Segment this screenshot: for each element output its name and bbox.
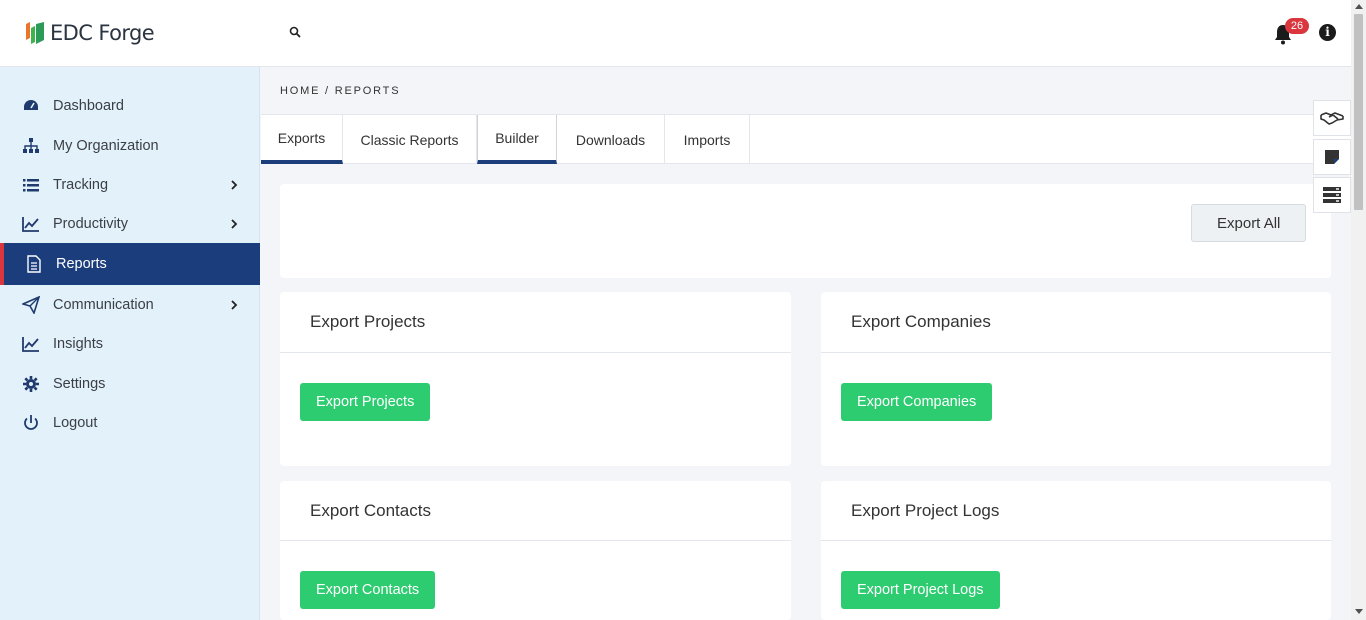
tab-classic-reports[interactable]: Classic Reports bbox=[343, 115, 477, 164]
sidebar-item-label: Settings bbox=[53, 376, 106, 392]
chart-line-icon bbox=[22, 337, 39, 352]
sticky-note-button[interactable] bbox=[1313, 139, 1351, 175]
scroll-down-arrow[interactable] bbox=[1355, 609, 1363, 614]
sidebar-item-tracking[interactable]: Tracking bbox=[0, 165, 260, 205]
page-scrollbar[interactable] bbox=[1351, 0, 1366, 620]
sidebar-item-logout[interactable]: Logout bbox=[0, 403, 260, 443]
card-header: Export Projects bbox=[280, 292, 791, 353]
file-text-icon bbox=[27, 255, 41, 273]
export-companies-card: Export Companies Export Companies bbox=[821, 292, 1331, 466]
sidebar-item-label: Logout bbox=[53, 415, 98, 431]
handshake-icon bbox=[1320, 112, 1344, 125]
sidebar-item-label: Reports bbox=[56, 256, 107, 272]
sidebar-item-label: My Organization bbox=[53, 138, 159, 154]
tab-exports[interactable]: Exports bbox=[261, 115, 343, 164]
card-header: Export Project Logs bbox=[821, 481, 1331, 541]
sidebar-item-label: Tracking bbox=[53, 177, 109, 193]
export-project-logs-button[interactable]: Export Project Logs bbox=[841, 571, 1000, 609]
search-icon[interactable] bbox=[289, 26, 301, 38]
card-header: Export Contacts bbox=[280, 481, 791, 541]
sidebar-item-settings[interactable]: Settings bbox=[0, 364, 260, 404]
card-title: Export Contacts bbox=[310, 501, 431, 520]
gear-icon bbox=[23, 376, 39, 392]
tab-imports[interactable]: Imports bbox=[665, 115, 750, 164]
sidebar-item-my-organization[interactable]: My Organization bbox=[0, 126, 260, 166]
export-all-card: Export All bbox=[280, 184, 1331, 278]
sidebar-item-communication[interactable]: Communication bbox=[0, 285, 260, 325]
sidebar-item-reports[interactable]: Reports bbox=[0, 243, 260, 285]
app-logo[interactable]: EDC Forge bbox=[24, 20, 155, 46]
card-title: Export Projects bbox=[310, 312, 426, 331]
tabs-bar: Exports Classic Reports Builder Download… bbox=[261, 114, 1351, 164]
sidebar-item-label: Communication bbox=[53, 297, 154, 313]
export-projects-button[interactable]: Export Projects bbox=[300, 383, 431, 421]
card-header: Export Companies bbox=[821, 292, 1331, 353]
chevron-right-icon bbox=[231, 219, 238, 229]
chevron-right-icon bbox=[231, 180, 238, 190]
info-icon[interactable]: i bbox=[1319, 24, 1336, 41]
chevron-right-icon bbox=[231, 300, 238, 310]
sticky-note-icon bbox=[1325, 150, 1339, 164]
breadcrumb: HOME / REPORTS bbox=[280, 85, 401, 97]
sidebar-item-productivity[interactable]: Productivity bbox=[0, 204, 260, 244]
paper-plane-icon bbox=[22, 296, 40, 314]
gauge-icon bbox=[24, 100, 38, 110]
logo-mark-icon bbox=[26, 22, 44, 44]
scroll-thumb[interactable] bbox=[1354, 14, 1363, 210]
export-companies-button[interactable]: Export Companies bbox=[841, 383, 993, 421]
sidebar: Dashboard My Organization Tracking Produ… bbox=[0, 67, 260, 620]
sidebar-item-insights[interactable]: Insights bbox=[0, 324, 260, 364]
server-button[interactable] bbox=[1313, 177, 1351, 213]
notification-badge: 26 bbox=[1285, 18, 1309, 34]
export-project-logs-card: Export Project Logs Export Project Logs bbox=[821, 481, 1331, 620]
sidebar-item-label: Dashboard bbox=[53, 98, 124, 114]
handshake-button[interactable] bbox=[1313, 100, 1351, 136]
tab-builder[interactable]: Builder bbox=[477, 115, 557, 164]
top-bar: EDC Forge 26 i bbox=[0, 0, 1351, 67]
chart-line-icon bbox=[22, 217, 39, 232]
logo-text: EDC Forge bbox=[50, 21, 155, 45]
sidebar-item-dashboard[interactable]: Dashboard bbox=[0, 86, 260, 126]
sidebar-item-label: Insights bbox=[53, 336, 103, 352]
power-icon bbox=[24, 415, 38, 430]
tab-downloads[interactable]: Downloads bbox=[557, 115, 665, 164]
export-contacts-card: Export Contacts Export Contacts bbox=[280, 481, 791, 620]
card-title: Export Companies bbox=[851, 312, 991, 331]
export-all-button[interactable]: Export All bbox=[1191, 204, 1307, 242]
sitemap-icon bbox=[23, 138, 39, 153]
list-icon bbox=[23, 179, 39, 192]
sidebar-item-label: Productivity bbox=[53, 216, 128, 232]
export-contacts-button[interactable]: Export Contacts bbox=[300, 571, 436, 609]
server-icon bbox=[1323, 187, 1341, 203]
card-title: Export Project Logs bbox=[851, 501, 1000, 520]
scroll-up-arrow[interactable] bbox=[1355, 4, 1363, 9]
export-projects-card: Export Projects Export Projects bbox=[280, 292, 791, 466]
